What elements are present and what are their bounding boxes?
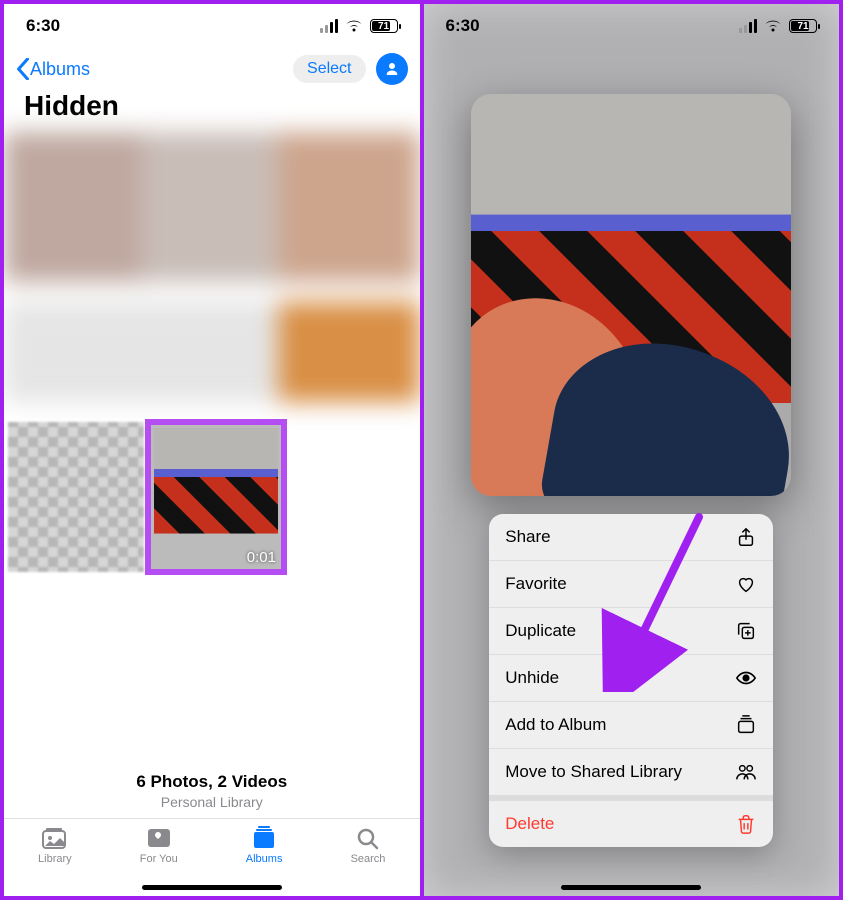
- summary-count: 6 Photos, 2 Videos: [4, 772, 420, 792]
- menu-add-to-album[interactable]: Add to Album: [489, 701, 773, 748]
- battery-icon: 71: [789, 19, 817, 33]
- battery-icon: 71: [370, 19, 398, 33]
- summary-library: Personal Library: [4, 794, 420, 810]
- people-icon: [735, 761, 757, 783]
- page-title: Hidden: [4, 88, 420, 132]
- back-label: Albums: [30, 59, 90, 80]
- photo-grid-blurred: [4, 132, 420, 402]
- status-bar: 6:30 71: [424, 4, 840, 48]
- tab-search[interactable]: Search: [351, 825, 386, 896]
- signal-icon: [320, 19, 338, 33]
- status-bar: 6:30 71: [4, 4, 420, 48]
- menu-favorite[interactable]: Favorite: [489, 560, 773, 607]
- home-indicator[interactable]: [561, 885, 701, 890]
- profile-button[interactable]: [376, 53, 408, 85]
- duplicate-icon: [735, 620, 757, 642]
- albums-icon: [249, 825, 279, 851]
- back-button[interactable]: Albums: [16, 58, 90, 80]
- search-icon: [353, 825, 383, 851]
- context-menu: Share Favorite Duplicate Unhide Add to A…: [489, 514, 773, 847]
- menu-delete[interactable]: Delete: [489, 795, 773, 847]
- foryou-icon: [144, 825, 174, 851]
- menu-unhide[interactable]: Unhide: [489, 654, 773, 701]
- tab-library[interactable]: Library: [38, 825, 72, 896]
- signal-icon: [739, 19, 757, 33]
- video-thumbnail-highlighted[interactable]: 0:01: [148, 422, 284, 572]
- home-indicator[interactable]: [142, 885, 282, 890]
- status-time: 6:30: [26, 16, 60, 36]
- album-icon: [735, 714, 757, 736]
- phone-right: 6:30 71 Share Favorite Duplicate: [420, 4, 840, 896]
- share-icon: [735, 526, 757, 548]
- trash-icon: [735, 813, 757, 835]
- wifi-icon: [763, 19, 783, 33]
- photo-preview[interactable]: [471, 94, 791, 496]
- menu-move-to-shared[interactable]: Move to Shared Library: [489, 748, 773, 795]
- menu-duplicate[interactable]: Duplicate: [489, 607, 773, 654]
- video-duration: 0:01: [247, 549, 276, 566]
- album-summary: 6 Photos, 2 Videos Personal Library: [4, 772, 420, 818]
- nav-header: Albums Select: [4, 48, 420, 88]
- select-button[interactable]: Select: [293, 55, 365, 83]
- person-icon: [383, 60, 401, 78]
- heart-icon: [735, 573, 757, 595]
- library-icon: [40, 825, 70, 851]
- wifi-icon: [344, 19, 364, 33]
- eye-icon: [735, 667, 757, 689]
- status-time: 6:30: [446, 16, 480, 36]
- photo-grid-row: 0:01: [4, 422, 420, 572]
- menu-share[interactable]: Share: [489, 514, 773, 560]
- photo-thumbnail[interactable]: [8, 422, 144, 572]
- phone-left: 6:30 71 Albums Select Hidden: [4, 4, 420, 896]
- chevron-left-icon: [16, 58, 30, 80]
